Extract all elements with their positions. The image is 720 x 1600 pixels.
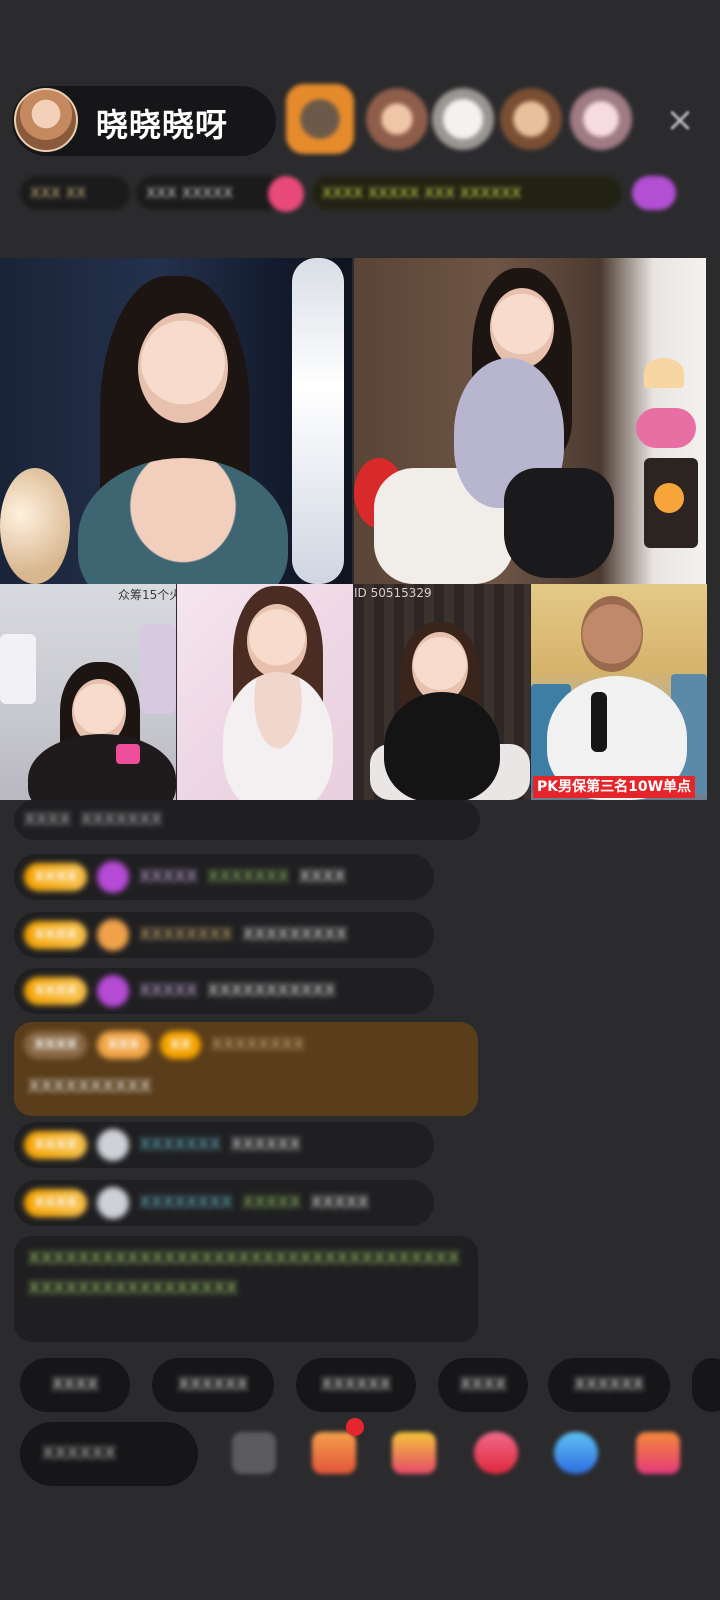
stream-tile-guest-4[interactable]: ID 50515329 [354, 584, 530, 800]
stream-tile-guest-5[interactable]: PK男保第三名10W单点 [531, 584, 707, 800]
gem-icon [97, 861, 130, 893]
chat-message[interactable]: XXXX XXXXX XXXXXXXXXXX [14, 968, 434, 1014]
viewer-avatar-1[interactable] [286, 84, 354, 154]
gift-box-icon[interactable] [312, 1432, 356, 1474]
chat-bubble-icon[interactable] [554, 1432, 598, 1474]
notification-dot [346, 1418, 364, 1436]
marquee-banner[interactable]: XXXX XXXXX XXX XXXXXX [312, 176, 622, 210]
stream-tile-guest-2[interactable]: 众筹15个火 [0, 584, 176, 800]
system-notice: XXXXXXXXXXXXXXXXXXXXXXXXXXXXXXXXXXXXXXXX… [14, 1236, 478, 1342]
viewer-avatar-4[interactable] [500, 88, 562, 150]
quick-reply-5[interactable]: XXXXXX [548, 1358, 670, 1412]
chat-highlight-message[interactable]: XXXX XXX XX XXXXXXXX XXXXXXXXXX [14, 1022, 478, 1116]
stream-tile-guest-1[interactable] [354, 258, 706, 584]
treasure-icon[interactable] [392, 1432, 436, 1474]
gem-icon [97, 975, 130, 1007]
fan-icon [97, 919, 130, 951]
stream-tile-guest-3[interactable] [177, 584, 353, 800]
comment-input[interactable]: XXXXXX [20, 1422, 198, 1486]
fans-chip[interactable]: XXX XXXXX [136, 176, 286, 210]
live-info-row: XXX XX XXX XXXXX XXXX XXXXX XXX XXXXXX [20, 170, 700, 218]
quick-reply-1[interactable]: XXXX [20, 1358, 130, 1412]
stream-tile-host[interactable] [0, 258, 352, 584]
quick-reply-4[interactable]: XXXX [438, 1358, 528, 1412]
quick-reply-3[interactable]: XXXXXX [296, 1358, 416, 1412]
quick-reply-2[interactable]: XXXXXX [152, 1358, 274, 1412]
tile-label-crowdfund: 众筹15个火 [118, 588, 176, 602]
host-name: 晓晓晓呀 [96, 106, 229, 144]
viewer-avatar-2[interactable] [366, 88, 428, 150]
tile-label-id: ID 50515329 [354, 586, 432, 600]
close-icon[interactable]: × [660, 100, 700, 140]
red-packet-icon[interactable] [474, 1432, 518, 1474]
gift-shortcut-icon[interactable] [632, 176, 676, 210]
chat-message[interactable]: XXXX XXXXXXX [14, 800, 480, 840]
emoji-icon[interactable] [232, 1432, 276, 1474]
viewer-avatar-3[interactable] [432, 88, 494, 150]
gift-icon[interactable] [636, 1432, 680, 1474]
live-gift-icon[interactable] [268, 176, 304, 212]
rank-chip[interactable]: XXX XX [20, 176, 130, 210]
level-badge: XXXX [24, 977, 88, 1005]
chat-message[interactable]: XXXX XXXXXXXX XXXXX XXXXX [14, 1180, 434, 1226]
viewer-avatar-5[interactable] [570, 88, 632, 150]
level-badge: XXXX [24, 921, 88, 949]
quick-reply-more[interactable] [692, 1358, 720, 1412]
chat-message[interactable]: XXXX XXXXX XXXXXXX XXXX [14, 854, 434, 900]
pk-rank-label: PK男保第三名10W单点 [533, 776, 696, 798]
host-avatar[interactable] [14, 88, 78, 152]
user-avatar [97, 1129, 130, 1161]
user-avatar [97, 1187, 130, 1219]
level-badge: XXXX [24, 1189, 88, 1217]
chat-message[interactable]: XXXX XXXXXXX XXXXXX [14, 1122, 434, 1168]
chat-message[interactable]: XXXX XXXXXXXX XXXXXXXXX [14, 912, 434, 958]
level-badge: XXXX [24, 863, 88, 891]
level-badge: XXXX [24, 1131, 88, 1159]
